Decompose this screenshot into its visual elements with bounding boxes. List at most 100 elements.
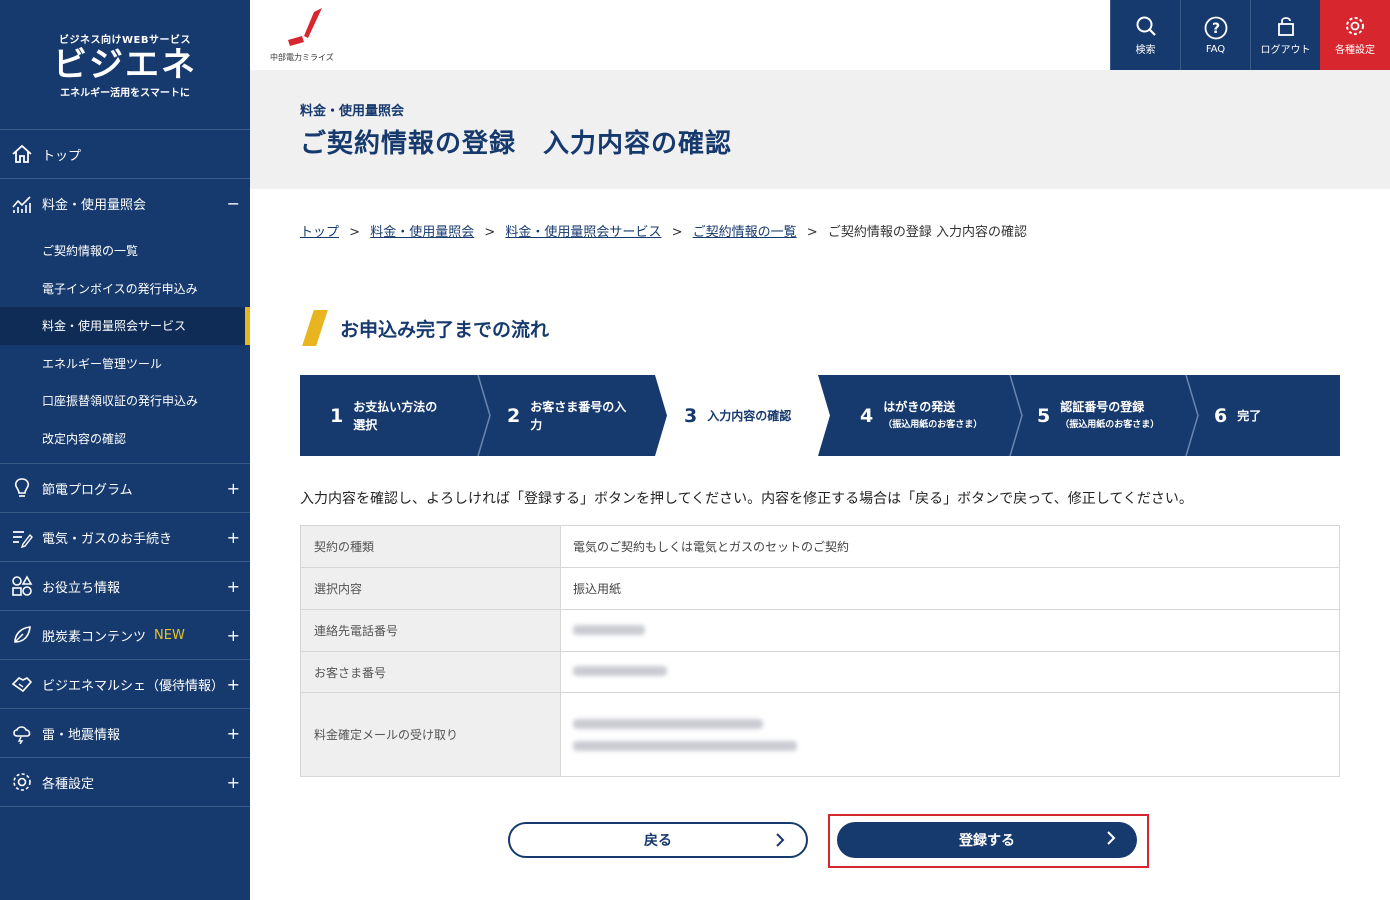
chart-icon (10, 192, 34, 216)
company-logo-text: 中部電力ミライズ (270, 53, 334, 62)
page-header: 料金・使用量照会 ご契約情報の登録 入力内容の確認 (250, 70, 1390, 189)
sidebar-item-procedures[interactable]: 電気・ガスのお手続き + (0, 513, 250, 562)
subnav-item[interactable]: 改定内容の確認 (0, 420, 250, 458)
step-label: 入力内容の確認 (707, 408, 792, 423)
sidebar-item-top[interactable]: トップ (0, 130, 250, 179)
subnav-item[interactable]: ご契約情報の一覧 (0, 232, 250, 270)
faq-button[interactable]: ? FAQ (1180, 0, 1250, 70)
logout-label: ログアウト (1260, 44, 1311, 56)
brand-name: ビジエネ (53, 44, 197, 85)
step-label-line: 選択 (353, 417, 378, 432)
sidebar-item-weather[interactable]: 雷・地震情報 + (0, 709, 250, 758)
expand-icon[interactable]: + (227, 675, 240, 694)
collapse-icon[interactable]: − (227, 194, 240, 213)
expand-icon[interactable]: + (227, 724, 240, 743)
form-pen-icon (10, 525, 34, 549)
step-5: 5 認証番号の登録 （振込用紙のお客さま） (1037, 375, 1159, 456)
cloud-lightning-icon (10, 721, 34, 745)
page-title: ご契約情報の登録 入力内容の確認 (300, 129, 733, 159)
table-value: 振込用紙 (560, 567, 1340, 610)
instruction-text: 入力内容を確認し、よろしければ「登録する」ボタンを押してください。内容を修正する… (300, 491, 1193, 507)
step-note: （振込用紙のお客さま） (883, 419, 983, 430)
sidebar-item-useful-info[interactable]: お役立ち情報 + (0, 562, 250, 611)
expand-icon[interactable]: + (227, 773, 240, 792)
step-number: 6 (1214, 404, 1228, 427)
step-label-line: はがきの発送 (883, 399, 956, 414)
redacted-phone (573, 624, 645, 635)
gear-icon (1346, 16, 1364, 35)
question-icon: ? (1204, 16, 1227, 39)
step-1: 1 お支払い方法の 選択 (330, 375, 437, 456)
table-value-redacted (560, 609, 1340, 652)
breadcrumb-current: ご契約情報の登録 入力内容の確認 (827, 225, 1027, 240)
expand-icon[interactable]: + (227, 479, 240, 498)
sidebar-item-billing[interactable]: 料金・使用量照会 − (0, 179, 250, 228)
sidebar-item-label: 節電プログラム (42, 482, 133, 498)
breadcrumb-separator: > (671, 225, 683, 240)
step-number: 1 (330, 404, 344, 427)
subnav-item-active[interactable]: 料金・使用量照会サービス (0, 307, 250, 345)
redacted-customer-number (573, 666, 667, 676)
expand-icon[interactable]: + (227, 577, 240, 596)
settings-button[interactable]: 各種設定 (1320, 0, 1390, 70)
step-label: お客さま番号の入力 (530, 398, 626, 434)
lock-icon (1277, 16, 1294, 36)
breadcrumb: トップ > 料金・使用量照会 > 料金・使用量照会サービス > ご契約情報の一覧… (300, 221, 1027, 240)
faq-label: FAQ (1205, 43, 1226, 55)
breadcrumb-separator: > (484, 225, 496, 240)
sidebar-item-label: トップ (42, 148, 82, 164)
step-label: 完了 (1237, 408, 1262, 423)
step-4: 4 はがきの発送 （振込用紙のお客さま） (860, 375, 982, 456)
billing-subnav: ご契約情報の一覧 電子インボイスの発行申込み 料金・使用量照会サービス エネルギ… (0, 228, 250, 464)
sidebar-item-label: 電気・ガスのお手続き (42, 531, 173, 547)
sidebar-item-label: 各種設定 (42, 776, 95, 792)
sidebar-item-power-saving[interactable]: 節電プログラム + (0, 464, 250, 513)
breadcrumb-separator: > (806, 225, 818, 240)
subnav-item[interactable]: 電子インボイスの発行申込み (0, 270, 250, 308)
table-key: 料金確定メールの受け取り (300, 692, 561, 777)
step-label-line: 力 (530, 417, 543, 432)
flow-heading: お申込み完了までの流れ (300, 310, 549, 346)
breadcrumb-link-service[interactable]: 料金・使用量照会サービス (505, 225, 661, 240)
search-icon (1136, 16, 1156, 36)
table-value-redacted (560, 692, 1340, 777)
top-bar: 中部電力ミライズ 検索 ? FAQ ログアウト 各種設定 (250, 0, 1390, 70)
expand-icon[interactable]: + (227, 626, 240, 645)
subnav-item[interactable]: エネルギー管理ツール (0, 345, 250, 383)
step-number: 3 (684, 404, 698, 427)
brand-tagline: エネルギー活用をスマートに (60, 87, 190, 99)
breadcrumb-link-top[interactable]: トップ (300, 225, 339, 240)
sidebar-item-settings[interactable]: 各種設定 + (0, 758, 250, 807)
lightbulb-icon (10, 476, 34, 500)
logout-button[interactable]: ログアウト (1250, 0, 1320, 70)
brand-logo[interactable]: ビジネス向けWEBサービス ビジエネ エネルギー活用をスマートに (0, 0, 250, 130)
step-number: 5 (1037, 404, 1051, 427)
breadcrumb-link-contracts[interactable]: ご契約情報の一覧 (693, 225, 797, 240)
table-key: 契約の種類 (300, 525, 561, 568)
back-button[interactable]: 戻る (508, 822, 808, 858)
step-2: 2 お客さま番号の入力 (507, 375, 626, 456)
expand-icon[interactable]: + (227, 528, 240, 547)
redacted-email-line (573, 740, 797, 751)
register-button-label: 登録する (959, 833, 1015, 849)
shapes-icon (10, 574, 34, 598)
subnav-item[interactable]: 口座振替領収証の発行申込み (0, 382, 250, 420)
search-button[interactable]: 検索 (1110, 0, 1180, 70)
sidebar-item-marche[interactable]: ビジエネマルシェ（優待情報） + (0, 660, 250, 709)
new-badge: NEW (154, 627, 185, 643)
chevron-right-icon (1107, 831, 1116, 845)
chevron-right-icon (776, 833, 785, 847)
register-button[interactable]: 登録する (837, 822, 1137, 858)
breadcrumb-separator: > (349, 225, 361, 240)
redacted-email-line (573, 718, 763, 729)
step-number: 2 (507, 404, 521, 427)
sidebar-item-decarbonization[interactable]: 脱炭素コンテンツ NEW + (0, 611, 250, 660)
table-key: 選択内容 (300, 567, 561, 610)
sidebar: ビジネス向けWEBサービス ビジエネ エネルギー活用をスマートに トップ 料金・… (0, 0, 250, 900)
step-label: 認証番号の登録 （振込用紙のお客さま） (1060, 398, 1159, 434)
step-number: 4 (860, 404, 874, 427)
breadcrumb-link-billing[interactable]: 料金・使用量照会 (370, 225, 474, 240)
table-key: 連絡先電話番号 (300, 609, 561, 652)
heading-accent-bar (302, 310, 328, 346)
progress-steps: 1 お支払い方法の 選択 2 お客さま番号の入力 3 入力内容の確認 4 はがきの… (300, 375, 1340, 456)
